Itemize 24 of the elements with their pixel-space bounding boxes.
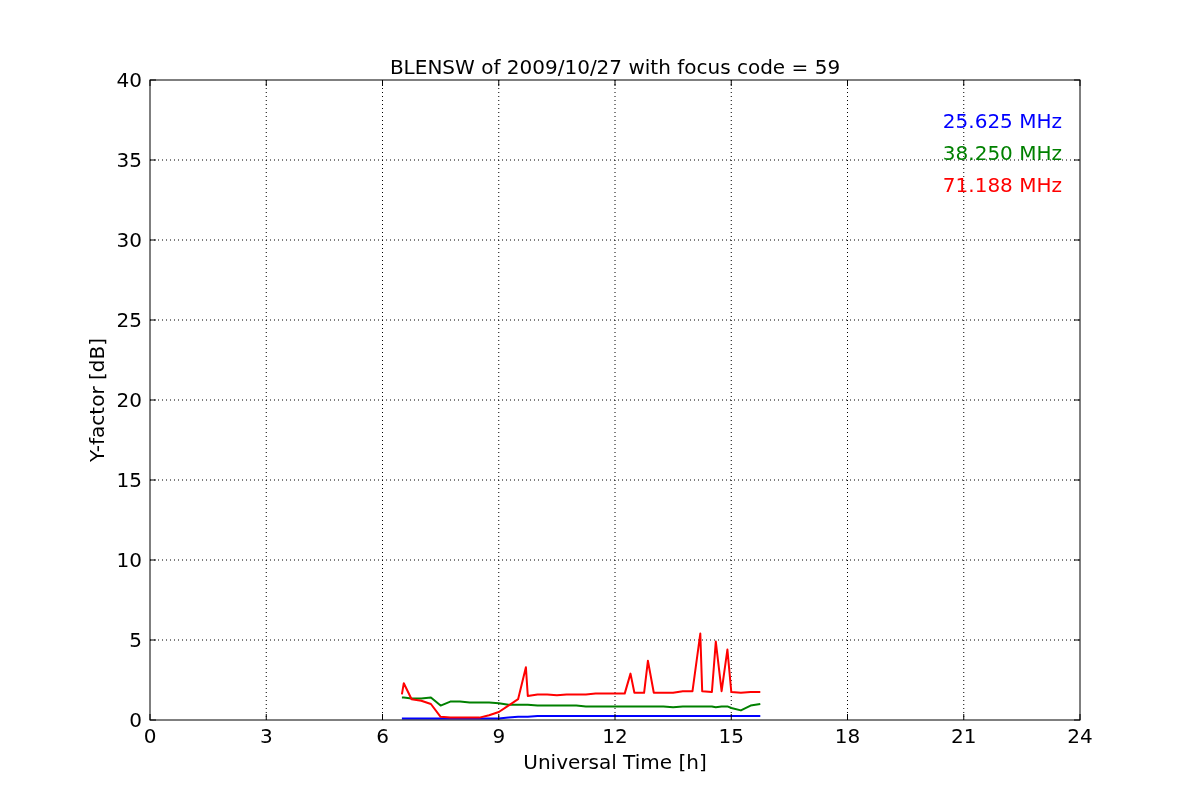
tick-label: 10 (116, 548, 142, 572)
tick-label: 0 (143, 724, 157, 748)
tick-label: 15 (718, 724, 744, 748)
tick-label: 35 (116, 148, 142, 172)
tick-label: 24 (1067, 724, 1093, 748)
tick-label: 20 (116, 388, 142, 412)
tick-label: 12 (602, 724, 628, 748)
x-axis-label: Universal Time [h] (523, 750, 707, 774)
tick-label: 9 (492, 724, 506, 748)
tick-label: 3 (259, 724, 273, 748)
tick-label: 5 (129, 628, 142, 652)
tick-label: 25 (116, 308, 142, 332)
tick-label: 18 (834, 724, 861, 748)
tick-label: 15 (116, 468, 142, 492)
y-axis-label: Y-factor [dB] (85, 338, 109, 462)
tick-label: 40 (116, 68, 142, 92)
tick-label: 6 (376, 724, 389, 748)
legend-label: 71.188 MHz (942, 173, 1062, 197)
legend-label: 25.625 MHz (942, 109, 1062, 133)
tick-label: 21 (951, 724, 977, 748)
chart-title: BLENSW of 2009/10/27 with focus code = 59 (389, 55, 841, 79)
tick-label: 0 (129, 708, 142, 732)
legend-label: 38.250 MHz (942, 141, 1062, 165)
tick-label: 30 (116, 228, 142, 252)
